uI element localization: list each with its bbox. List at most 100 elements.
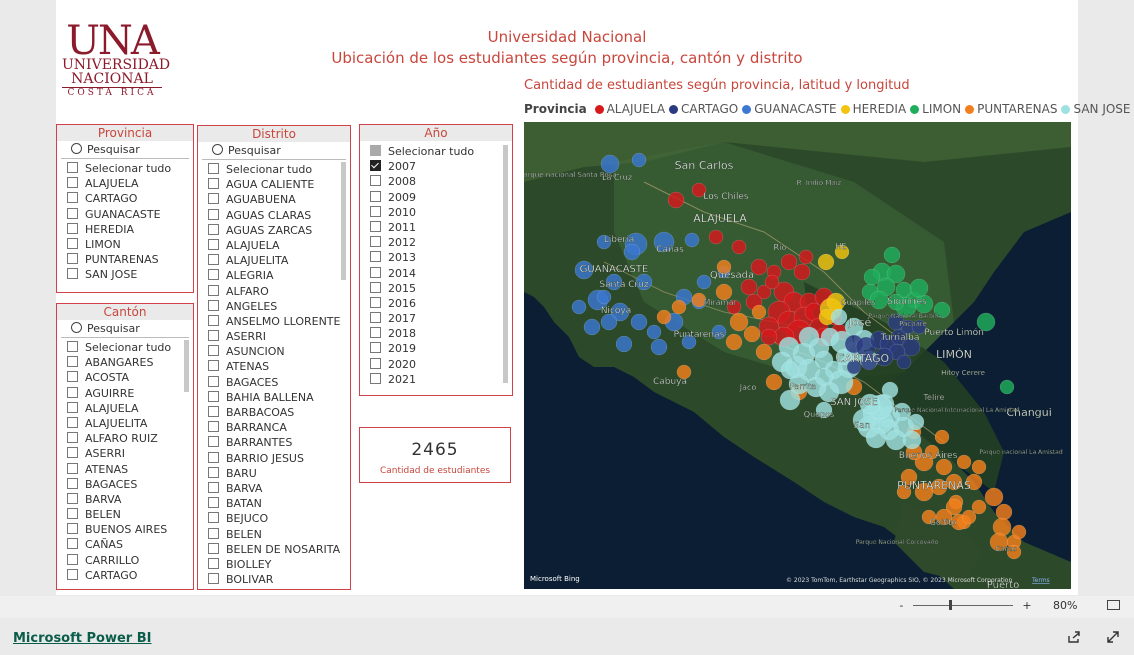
checkbox[interactable] — [67, 523, 78, 535]
checkbox[interactable] — [370, 312, 381, 324]
legend-item[interactable]: ALAJUELA — [594, 102, 665, 116]
map-bubble[interactable] — [1011, 524, 1027, 540]
provincia-item[interactable]: GUANACASTE — [57, 207, 193, 222]
map-bubble[interactable] — [615, 335, 633, 353]
canton-item[interactable]: ALAJUELA — [57, 401, 193, 416]
anio-scrollbar[interactable] — [503, 145, 508, 383]
distrito-item[interactable]: AGUAS ZARCAS — [198, 223, 350, 238]
distrito-item[interactable]: BELEN — [198, 527, 350, 542]
anio-item[interactable]: 2019 — [360, 341, 512, 356]
checkbox[interactable] — [370, 372, 381, 384]
map-bubble[interactable] — [583, 318, 601, 336]
checkbox[interactable] — [67, 371, 78, 383]
checkbox[interactable] — [208, 390, 219, 402]
map-bubble[interactable] — [667, 191, 685, 209]
checkbox[interactable] — [67, 386, 78, 398]
map-bubble[interactable] — [600, 313, 618, 331]
checkbox[interactable] — [67, 341, 78, 352]
map-visual[interactable]: San Carlos Los Chiles ALAJUELA La Cruz Parqu… — [524, 122, 1071, 589]
checkbox[interactable] — [208, 223, 219, 235]
checkbox[interactable] — [67, 268, 78, 280]
anio-item[interactable]: 2011 — [360, 220, 512, 235]
checkbox[interactable] — [370, 190, 381, 202]
checkbox[interactable] — [370, 251, 381, 263]
canton-item[interactable]: CAÑAS — [57, 537, 193, 552]
checkbox[interactable] — [67, 447, 78, 459]
distrito-item[interactable]: BEJUCO — [198, 511, 350, 526]
distrito-item[interactable]: ANGELES — [198, 299, 350, 314]
anio-item[interactable]: Selecionar tudo — [360, 144, 512, 159]
canton-item[interactable]: CARTAGO — [57, 568, 193, 583]
provincia-item[interactable]: CARTAGO — [57, 191, 193, 206]
map-bubble[interactable] — [865, 427, 887, 449]
zoom-in-button[interactable]: + — [1022, 599, 1031, 612]
map-bubble[interactable] — [907, 413, 925, 431]
slicer-provincia-search[interactable]: Pesquisar — [61, 142, 189, 159]
map-bubble[interactable] — [765, 373, 783, 391]
canton-item[interactable]: BUENOS AIRES — [57, 522, 193, 537]
checkbox[interactable] — [370, 327, 381, 339]
canton-item[interactable]: BELEN — [57, 507, 193, 522]
checkbox[interactable] — [208, 421, 219, 433]
anio-item[interactable]: 2018 — [360, 326, 512, 341]
distrito-item[interactable]: AGUA CALIENTE — [198, 177, 350, 192]
checkbox[interactable] — [370, 357, 381, 369]
distrito-item[interactable]: BARRANTES — [198, 435, 350, 450]
checkbox[interactable] — [208, 163, 219, 174]
checkbox[interactable] — [208, 314, 219, 326]
map-bubble[interactable] — [902, 430, 922, 450]
canton-item[interactable]: ASERRI — [57, 446, 193, 461]
anio-item[interactable]: 2016 — [360, 296, 512, 311]
checkbox[interactable] — [208, 254, 219, 266]
distrito-item[interactable]: BIOLLEY — [198, 557, 350, 572]
checkbox[interactable] — [370, 145, 381, 156]
checkbox[interactable] — [208, 451, 219, 463]
checkbox[interactable] — [208, 573, 219, 585]
anio-item[interactable]: 2014 — [360, 266, 512, 281]
checkbox[interactable] — [67, 538, 78, 550]
canton-item[interactable]: ALAJUELITA — [57, 416, 193, 431]
checkbox[interactable] — [208, 284, 219, 296]
checkbox[interactable] — [370, 342, 381, 354]
distrito-item[interactable]: AGUABUENA — [198, 192, 350, 207]
checkbox[interactable] — [208, 466, 219, 478]
checkbox[interactable] — [208, 497, 219, 509]
map-bubble[interactable] — [731, 239, 747, 255]
distrito-item[interactable]: BAHIA BALLENA — [198, 390, 350, 405]
distrito-item[interactable]: ATENAS — [198, 359, 350, 374]
checkbox[interactable] — [208, 193, 219, 205]
map-bubble[interactable] — [740, 278, 758, 296]
checkbox[interactable] — [67, 222, 78, 234]
zoom-out-button[interactable]: - — [899, 599, 903, 612]
map-bubble[interactable] — [596, 289, 612, 305]
checkbox[interactable] — [208, 345, 219, 357]
checkbox[interactable] — [208, 269, 219, 281]
distrito-item[interactable]: ANSELMO LLORENTE — [198, 314, 350, 329]
distrito-item[interactable]: Selecionar tudo — [198, 162, 350, 177]
map-bubble[interactable] — [751, 304, 767, 320]
canton-item[interactable]: ALFARO RUIZ — [57, 431, 193, 446]
canton-scrollbar[interactable] — [184, 340, 189, 392]
canton-item[interactable]: BAGACES — [57, 477, 193, 492]
map-bubble[interactable] — [656, 309, 672, 325]
legend-item[interactable]: PUNTARENAS — [965, 102, 1057, 116]
map-bubble[interactable] — [650, 338, 668, 356]
map-bubble[interactable] — [798, 326, 820, 348]
map-canvas[interactable]: San CarlosLos ChilesALAJUELALa CruzParqu… — [524, 122, 1071, 589]
map-terms-link[interactable]: Terms — [1031, 577, 1050, 584]
map-bubble[interactable] — [934, 429, 950, 445]
checkbox[interactable] — [67, 356, 78, 368]
distrito-item[interactable]: BARBACOAS — [198, 405, 350, 420]
map-bubble[interactable] — [571, 299, 587, 315]
checkbox[interactable] — [67, 416, 78, 428]
map-bubble[interactable] — [743, 325, 761, 343]
anio-item[interactable]: 2007 — [360, 159, 512, 174]
map-bubble[interactable] — [696, 274, 712, 290]
anio-item[interactable]: 2015 — [360, 281, 512, 296]
checkbox[interactable] — [208, 208, 219, 220]
checkbox[interactable] — [208, 330, 219, 342]
map-bubble[interactable] — [896, 354, 912, 370]
checkbox[interactable] — [67, 207, 78, 219]
checkbox[interactable] — [67, 492, 78, 504]
share-icon[interactable] — [1067, 630, 1081, 648]
